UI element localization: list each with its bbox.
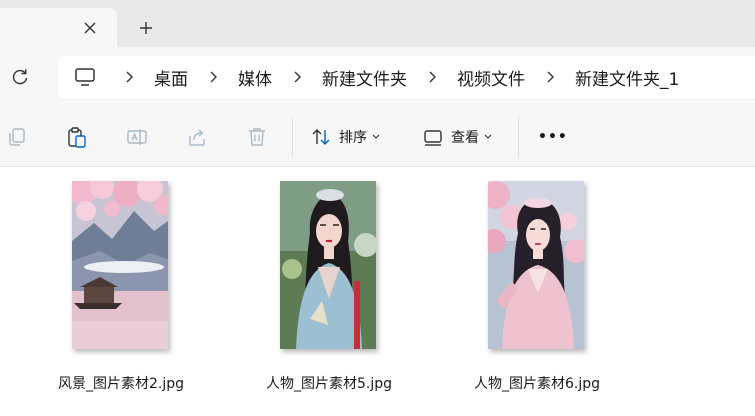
- view-icon: [424, 130, 442, 146]
- plus-icon: [140, 22, 152, 34]
- file-list: 风景_图片素材2.jpg 人物_图片素材5.jpg 人物_图片素材6.jpg: [0, 167, 755, 416]
- computer-icon[interactable]: [74, 66, 96, 88]
- file-thumbnail: [72, 181, 168, 349]
- share-icon: [189, 129, 205, 146]
- breadcrumb-item[interactable]: 桌面: [144, 65, 198, 90]
- rename-button[interactable]: [126, 123, 148, 151]
- view-button[interactable]: 查看: [422, 123, 492, 151]
- breadcrumb-item[interactable]: 媒体: [228, 65, 282, 90]
- chevron-right-icon[interactable]: [114, 71, 144, 83]
- more-options-button[interactable]: •••: [538, 123, 568, 151]
- file-name: 风景_图片素材2.jpg: [57, 376, 185, 392]
- file-item[interactable]: 风景_图片素材2.jpg: [36, 181, 206, 392]
- file-item[interactable]: 人物_图片素材6.jpg: [452, 181, 622, 392]
- clipboard-icon: [68, 127, 86, 148]
- tab-strip: [0, 0, 755, 47]
- rename-icon: [127, 129, 147, 145]
- command-bar: 排序 查看 •••: [0, 107, 755, 167]
- breadcrumb-item[interactable]: 新建文件夹_1: [565, 65, 689, 90]
- more-icon: •••: [538, 129, 568, 145]
- breadcrumb-item[interactable]: 新建文件夹: [312, 65, 417, 90]
- file-name: 人物_图片素材6.jpg: [473, 376, 601, 392]
- breadcrumb-item[interactable]: 视频文件: [447, 65, 535, 90]
- tab-close-button[interactable]: [78, 16, 102, 40]
- refresh-button[interactable]: [6, 63, 34, 91]
- refresh-icon: [12, 69, 28, 85]
- file-thumbnail: [488, 181, 584, 349]
- close-icon: [84, 22, 96, 34]
- chevron-down-icon: [372, 134, 380, 139]
- address-bar[interactable]: 桌面 媒体 新建文件夹 视频文件 新建文件夹_1: [58, 56, 755, 98]
- toolbar-divider: [518, 117, 519, 157]
- breadcrumb: 桌面 媒体 新建文件夹 视频文件 新建文件夹_1: [114, 56, 689, 98]
- chevron-right-icon[interactable]: [282, 71, 312, 83]
- copy-button[interactable]: [6, 123, 28, 151]
- share-button[interactable]: [186, 123, 208, 151]
- new-tab-button[interactable]: [133, 15, 159, 41]
- chevron-down-icon: [484, 134, 492, 139]
- chevron-right-icon[interactable]: [198, 71, 228, 83]
- navigation-bar: 桌面 媒体 新建文件夹 视频文件 新建文件夹_1: [0, 47, 755, 107]
- file-name: 人物_图片素材5.jpg: [265, 376, 393, 392]
- delete-button[interactable]: [246, 123, 268, 151]
- copy-icon: [9, 128, 25, 146]
- view-label: 查看: [451, 130, 479, 146]
- paste-button[interactable]: [66, 123, 88, 151]
- file-thumbnail: [280, 181, 376, 349]
- toolbar-divider: [292, 117, 293, 157]
- chevron-right-icon[interactable]: [417, 71, 447, 83]
- sort-icon: [312, 129, 330, 145]
- active-tab[interactable]: [0, 8, 117, 47]
- sort-button[interactable]: 排序: [310, 123, 380, 151]
- trash-icon: [249, 128, 265, 146]
- sort-label: 排序: [339, 130, 367, 146]
- chevron-right-icon[interactable]: [535, 71, 565, 83]
- file-item[interactable]: 人物_图片素材5.jpg: [244, 181, 414, 392]
